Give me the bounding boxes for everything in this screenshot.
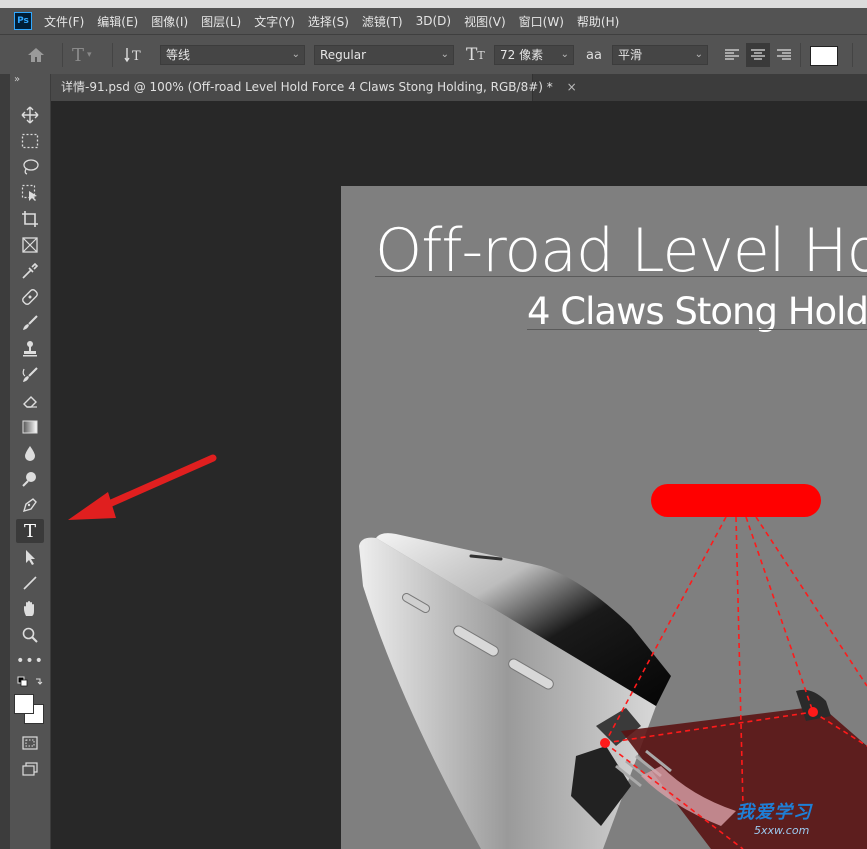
brush-icon[interactable] — [16, 311, 44, 335]
align-center-icon[interactable] — [746, 43, 770, 67]
anti-alias-select[interactable]: 平滑 ⌄ — [612, 45, 708, 65]
menu-file[interactable]: 文件(F) — [44, 13, 84, 30]
close-tab-icon[interactable]: × — [567, 80, 577, 94]
annotation-arrow-icon — [68, 454, 217, 520]
align-right-icon[interactable] — [776, 43, 792, 67]
menu-3d[interactable]: 3D(D) — [416, 14, 451, 28]
window-top-strip — [0, 0, 867, 8]
crop-icon[interactable] — [16, 207, 44, 231]
dodge-icon[interactable] — [16, 467, 44, 491]
options-bar: T ▾ T 等线 ⌄ Regular ⌄ TT 72 像素 ⌄ aa 平滑 ⌄ — [0, 34, 867, 76]
type-icon[interactable]: T — [16, 519, 44, 543]
home-icon[interactable] — [26, 43, 46, 67]
svg-text:T: T — [132, 49, 141, 64]
blur-icon[interactable] — [16, 441, 44, 465]
font-style-select[interactable]: Regular ⌄ — [314, 45, 454, 65]
tools-panel: » T ••• — [10, 74, 51, 849]
more-icon[interactable]: ••• — [16, 649, 44, 673]
font-family-select[interactable]: 等线 ⌄ — [160, 45, 305, 65]
document-canvas[interactable]: Off-road Level Ho 4 Claws Stong Hold 我爱学… — [341, 186, 867, 849]
font-size-select[interactable]: 72 像素 ⌄ — [494, 45, 574, 65]
anti-alias-icon: aa — [586, 47, 602, 63]
clone-stamp-icon[interactable] — [16, 337, 44, 361]
lasso-icon[interactable] — [16, 155, 44, 179]
text-orientation-icon[interactable]: T — [124, 43, 144, 67]
menu-select[interactable]: 选择(S) — [308, 13, 349, 30]
left-gutter — [0, 74, 10, 849]
menu-filter[interactable]: 滤镜(T) — [362, 13, 403, 30]
move-icon[interactable] — [16, 103, 44, 127]
line-icon[interactable] — [16, 571, 44, 595]
path-select-icon[interactable] — [16, 545, 44, 569]
menu-bar: Ps 文件(F) 编辑(E) 图像(I) 图层(L) 文字(Y) 选择(S) 滤… — [0, 8, 867, 34]
healing-brush-icon[interactable] — [16, 285, 44, 309]
document-tab[interactable]: 详情-91.psd @ 100% (Off-road Level Hold Fo… — [51, 74, 577, 101]
document-tab-bar: 详情-91.psd @ 100% (Off-road Level Hold Fo… — [51, 74, 867, 101]
font-size-icon: TT — [466, 45, 485, 65]
foreground-background-swatch[interactable] — [14, 694, 44, 724]
eraser-icon[interactable] — [16, 389, 44, 413]
frame-icon[interactable] — [16, 233, 44, 257]
zoom-icon[interactable] — [16, 623, 44, 647]
menu-image[interactable]: 图像(I) — [151, 13, 188, 30]
menu-view[interactable]: 视图(V) — [464, 13, 506, 30]
menu-layer[interactable]: 图层(L) — [201, 13, 241, 30]
menu-window[interactable]: 窗口(W) — [519, 13, 564, 30]
eyedropper-icon[interactable] — [16, 259, 44, 283]
menu-help[interactable]: 帮助(H) — [577, 13, 619, 30]
screen-mode-icon[interactable] — [16, 757, 44, 781]
object-select-icon[interactable] — [16, 181, 44, 205]
history-brush-icon[interactable] — [16, 363, 44, 387]
collapse-panel-icon[interactable]: » — [14, 74, 20, 85]
default-colors-icon[interactable] — [16, 675, 44, 689]
watermark-url: 5xxw.com — [754, 824, 810, 837]
align-left-icon[interactable] — [724, 43, 740, 67]
hand-icon[interactable] — [16, 597, 44, 621]
text-color-swatch[interactable] — [810, 46, 838, 66]
photoshop-logo-icon: Ps — [14, 12, 32, 30]
menu-type[interactable]: 文字(Y) — [254, 13, 295, 30]
menu-edit[interactable]: 编辑(E) — [97, 13, 138, 30]
quick-mask-icon[interactable] — [16, 731, 44, 755]
pen-icon[interactable] — [16, 493, 44, 517]
gradient-icon[interactable] — [16, 415, 44, 439]
phone-holder-illustration — [359, 516, 867, 849]
document-tab-title: 详情-91.psd @ 100% (Off-road Level Hold Fo… — [61, 80, 553, 94]
watermark-text: 我爱学习 — [736, 802, 812, 823]
type-tool-preset-icon[interactable]: T ▾ — [72, 43, 92, 67]
marquee-icon[interactable] — [16, 129, 44, 153]
watermark: 我爱学习 5xxw.com — [736, 798, 812, 837]
